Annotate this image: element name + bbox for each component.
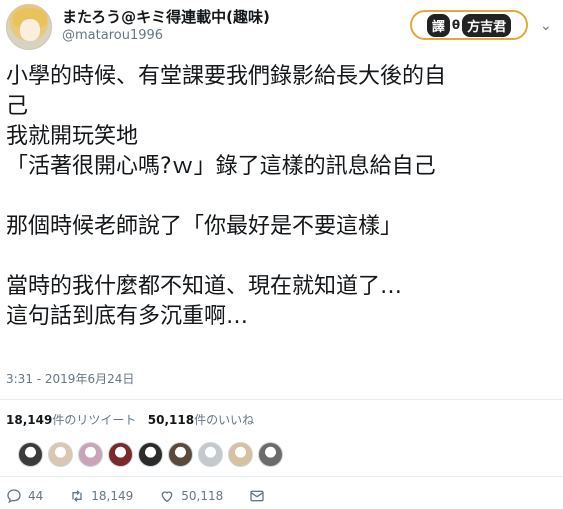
tweet-stats: 18,149件のリツイート 50,118件のいいね xyxy=(6,411,254,428)
badge-right: 方吉君 xyxy=(462,13,512,37)
reply-button[interactable]: 44 xyxy=(6,488,43,504)
tweet-line: 己 xyxy=(6,94,29,119)
tweet-line xyxy=(6,242,558,272)
divider xyxy=(0,399,563,400)
heart-icon xyxy=(161,491,173,503)
retweet-button[interactable]: 18,149 xyxy=(69,488,133,504)
tweet-text: 小學的時候、有堂課要我們錄影給長大後的自 己 我就開玩笑地 「活著很開心嗎?ｗ」… xyxy=(6,62,558,332)
liker-avatar[interactable] xyxy=(108,442,133,467)
liker-avatar[interactable] xyxy=(78,442,103,467)
retweet-label[interactable]: 件のリツイート xyxy=(52,413,136,427)
retweet-action-count: 18,149 xyxy=(91,489,134,503)
user-avatar[interactable] xyxy=(6,4,52,50)
liker-avatar[interactable] xyxy=(138,442,163,467)
retweet-icon xyxy=(72,490,82,502)
liker-avatar[interactable] xyxy=(258,442,283,467)
message-button[interactable] xyxy=(249,488,265,504)
liker-avatars xyxy=(18,442,283,467)
tweet-line: 這句話到底有多沉重啊… xyxy=(6,304,249,329)
tweet-line: 「活著很開心嗎?ｗ」錄了這樣的訊息給自己 xyxy=(6,154,436,179)
retweet-count[interactable]: 18,149 xyxy=(6,413,52,427)
like-button[interactable]: 50,118 xyxy=(159,488,223,504)
liker-avatar[interactable] xyxy=(18,442,43,467)
display-name[interactable]: またろう@キミ得連載中(趣味) xyxy=(62,6,270,27)
badge-dot: θ xyxy=(451,18,461,32)
tweet-line: 我就開玩笑地 xyxy=(6,124,139,149)
mail-icon xyxy=(250,490,264,502)
chevron-down-icon[interactable]: ⌄ xyxy=(540,18,552,34)
tweet-line: 當時的我什麼都不知道、現在就知道了… xyxy=(6,274,403,299)
tweet-timestamp[interactable]: 3:31 - 2019年6月24日 xyxy=(6,370,134,387)
like-label[interactable]: 件のいいね xyxy=(194,413,254,427)
tweet-line xyxy=(6,182,558,212)
liker-avatar[interactable] xyxy=(168,442,193,467)
liker-avatar[interactable] xyxy=(48,442,73,467)
like-count[interactable]: 50,118 xyxy=(148,413,194,427)
tweet-header: またろう@キミ得連載中(趣味) @matarou1996 譯 θ 方吉君 ⌄ xyxy=(0,0,563,58)
tweet-line: 那個時候老師說了「你最好是不要這樣」 xyxy=(6,214,403,239)
avatar-face xyxy=(20,19,40,41)
liker-avatar[interactable] xyxy=(198,442,223,467)
badge-left: 譯 xyxy=(426,13,450,37)
reply-icon xyxy=(7,489,21,504)
tweet-line: 小學的時候、有堂課要我們錄影給長大後的自 xyxy=(6,64,447,89)
user-handle[interactable]: @matarou1996 xyxy=(62,28,163,43)
reply-count: 44 xyxy=(28,489,44,503)
liker-avatar[interactable] xyxy=(228,442,253,467)
like-action-count: 50,118 xyxy=(181,489,224,503)
divider xyxy=(0,476,563,477)
translator-badge: 譯 θ 方吉君 xyxy=(410,10,528,40)
tweet-actions: 44 18,149 50,118 xyxy=(6,488,291,504)
